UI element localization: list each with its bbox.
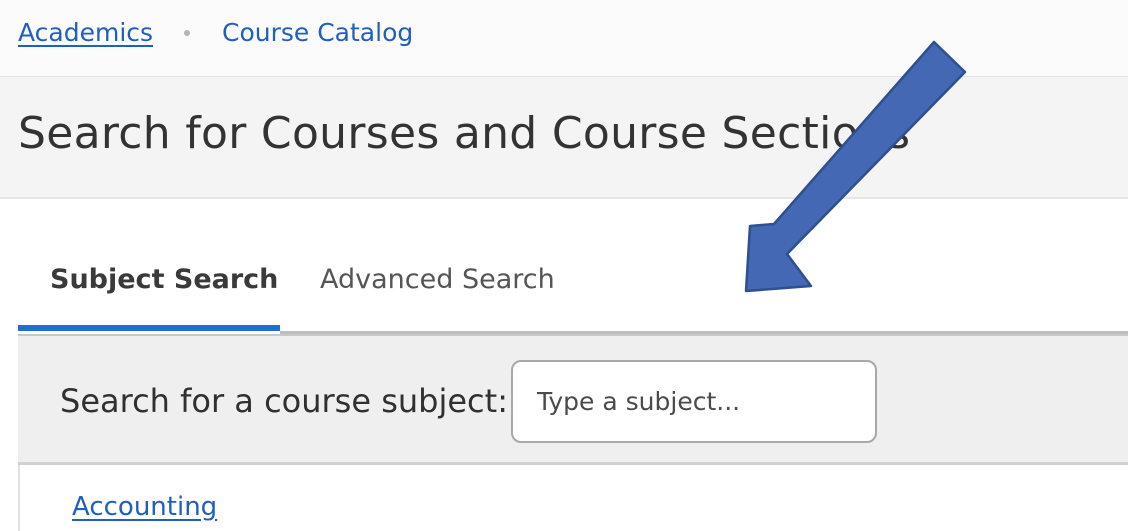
tab-advanced-search[interactable]: Advanced Search <box>320 264 555 295</box>
subject-link-accounting[interactable]: Accounting <box>72 492 217 522</box>
page: Academics Course Catalog Search for Cour… <box>0 0 1128 531</box>
breadcrumb-link-course-catalog[interactable]: Course Catalog <box>222 18 413 47</box>
search-label: Search for a course subject: <box>60 382 508 420</box>
tab-subject-search[interactable]: Subject Search <box>50 264 278 295</box>
breadcrumb-separator <box>184 30 190 36</box>
subject-search-input[interactable] <box>511 360 877 443</box>
page-title: Search for Courses and Course Sections <box>18 108 911 159</box>
list-left-border <box>18 465 20 531</box>
breadcrumb-link-academics[interactable]: Academics <box>18 18 153 47</box>
active-tab-indicator <box>18 325 280 331</box>
breadcrumb: Academics Course Catalog <box>0 0 1128 77</box>
